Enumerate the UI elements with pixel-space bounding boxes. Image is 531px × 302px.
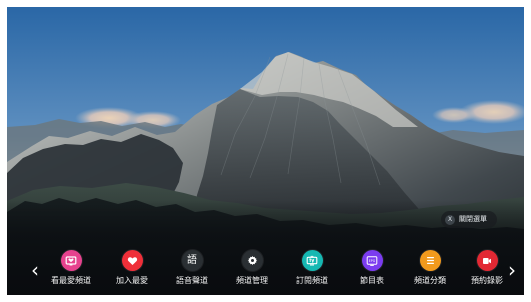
menu-item-channel-category[interactable]: 頻道分類 — [400, 250, 460, 290]
gear-icon — [241, 250, 263, 271]
menu-item-label: 頻道管理 — [236, 276, 268, 285]
favorite-channel-icon — [60, 250, 82, 271]
channel-menu: 看最愛頻道 加入最愛 語 語音聲道 頻道管理 訂閱頻道 EPG 節目表 頻道分類… — [47, 250, 503, 290]
close-menu-badge: X — [445, 214, 455, 225]
tv-subscribe-icon — [301, 250, 323, 271]
epg-glyph: EPG — [369, 259, 376, 263]
menu-item-label: 加入最愛 — [116, 276, 148, 285]
menu-item-audio-language[interactable]: 語 語音聲道 — [162, 250, 222, 290]
menu-item-label: 節目表 — [360, 276, 384, 285]
menu-item-label: 頻道分類 — [414, 276, 446, 285]
record-icon — [476, 250, 498, 271]
menu-item-subscribe-channel[interactable]: 訂閱頻道 — [282, 250, 342, 290]
menu-item-label: 語音聲道 — [176, 276, 208, 285]
menu-item-label: 預約錄影 — [471, 276, 503, 285]
epg-icon: EPG — [361, 250, 383, 271]
menu-item-program-guide[interactable]: EPG 節目表 — [342, 250, 402, 290]
menu-item-add-favorite[interactable]: 加入最愛 — [102, 250, 162, 290]
menu-item-record-schedule[interactable]: 預約錄影 — [457, 250, 517, 290]
list-icon — [419, 250, 441, 271]
menu-item-label: 看最愛頻道 — [51, 276, 91, 285]
menu-item-channel-manage[interactable]: 頻道管理 — [222, 250, 282, 290]
menu-item-view-favorites[interactable]: 看最愛頻道 — [41, 250, 101, 290]
close-menu-button[interactable]: X 關閉選單 — [441, 211, 497, 228]
close-menu-label: 關閉選單 — [459, 215, 487, 223]
language-audio-icon: 語 — [181, 250, 203, 271]
menu-item-label: 訂閱頻道 — [296, 276, 328, 285]
tv-screen: X 關閉選單 ‹ › 看最愛頻道 加入最愛 語 語音聲道 頻道管理 訂閱頻道 E… — [7, 7, 524, 295]
language-audio-glyph: 語 — [187, 254, 197, 266]
heart-icon — [121, 250, 143, 271]
